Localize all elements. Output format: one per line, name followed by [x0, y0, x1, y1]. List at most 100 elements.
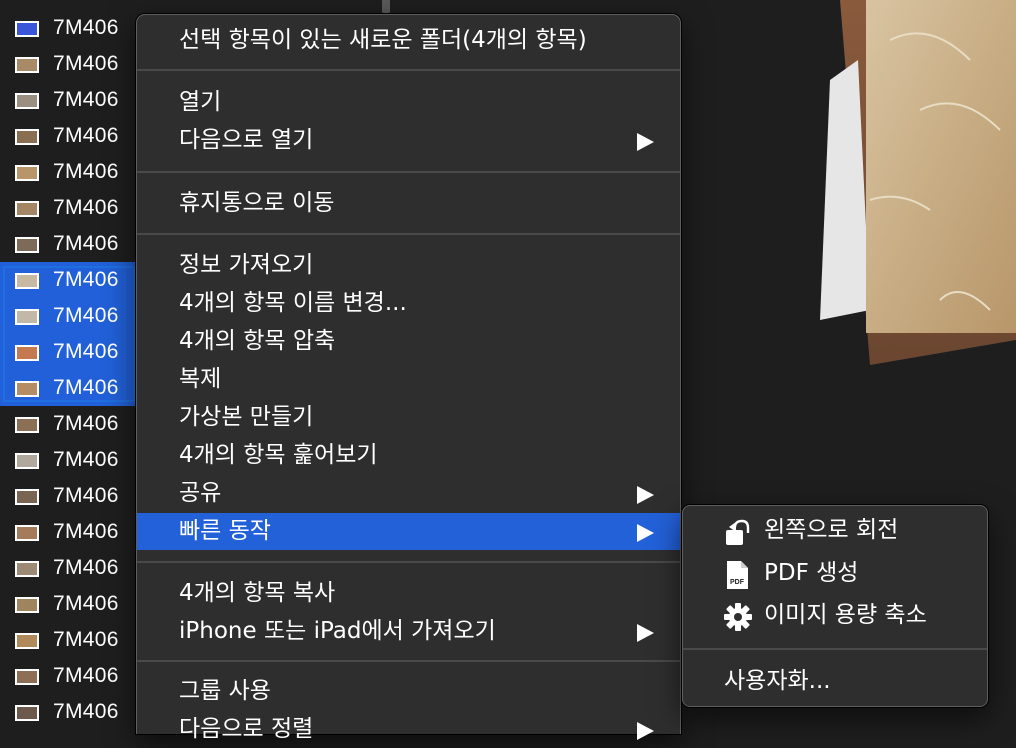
rotate-left-icon: [726, 519, 750, 545]
submenu-item-create-pdf[interactable]: PDF PDF 생성: [683, 554, 987, 594]
file-row[interactable]: 7M406: [0, 694, 140, 730]
file-row[interactable]: 7M406: [0, 154, 140, 190]
submenu-arrow-icon: [637, 133, 654, 151]
submenu-item-rotate-left[interactable]: 왼쪽으로 회전: [683, 511, 987, 551]
menu-item-label: 4개의 항목 압축: [179, 328, 336, 354]
submenu-item-reduce-image-size[interactable]: 이미지 용량 축소: [683, 596, 987, 636]
file-name: 7M406: [53, 592, 119, 615]
file-name: 7M406: [53, 304, 119, 327]
photo-front: [866, 0, 1016, 333]
file-row[interactable]: 7M406: [0, 478, 140, 514]
file-row[interactable]: 7M406: [0, 370, 140, 406]
image-thumbnail: [15, 237, 39, 253]
file-row[interactable]: 7M406: [0, 226, 140, 262]
file-row[interactable]: 7M406: [0, 550, 140, 586]
file-name: 7M406: [53, 520, 119, 543]
submenu-item-customize[interactable]: 사용자화...: [683, 662, 987, 702]
menu-item-label: 그룹 사용: [179, 678, 271, 704]
file-name: 7M406: [53, 484, 119, 507]
pdf-icon-text: PDF: [730, 579, 745, 586]
submenu-arrow-icon: [637, 486, 654, 504]
submenu-item-label: PDF 생성: [764, 560, 859, 586]
file-name: 7M406: [53, 664, 119, 687]
menu-item-move-to-trash[interactable]: 휴지통으로 이동: [137, 185, 680, 222]
file-row[interactable]: 7M406: [0, 262, 140, 298]
menu-item-share[interactable]: 공유: [137, 475, 680, 512]
quick-actions-submenu: 왼쪽으로 회전 PDF PDF 생성 이미지 용량 축소 사용자화...: [682, 505, 988, 707]
menu-item-compress[interactable]: 4개의 항목 압축: [137, 323, 680, 360]
file-name: 7M406: [53, 88, 119, 111]
menu-item-use-groups[interactable]: 그룹 사용: [137, 673, 680, 710]
file-row[interactable]: 7M406: [0, 622, 140, 658]
menu-item-label: 정보 가져오기: [179, 252, 314, 278]
menu-item-make-alias[interactable]: 가상본 만들기: [137, 399, 680, 436]
menu-item-label: 4개의 항목 복사: [179, 580, 336, 606]
file-name: 7M406: [53, 52, 119, 75]
file-list: 7M406 7M406 7M406 7M406 7M406 7M406 7M40…: [0, 0, 140, 724]
file-row[interactable]: 7M406: [0, 586, 140, 622]
menu-item-open-with[interactable]: 다음으로 열기: [137, 122, 680, 159]
menu-item-label: 선택 항목이 있는 새로운 폴더(4개의 항목): [179, 27, 587, 53]
image-thumbnail: [15, 381, 39, 397]
gear-icon: [724, 603, 752, 631]
submenu-arrow-icon: [637, 722, 654, 740]
image-thumbnail: [15, 669, 39, 685]
file-row[interactable]: 7M406: [0, 442, 140, 478]
menu-item-label: 다음으로 열기: [179, 127, 314, 153]
file-row[interactable]: 7M406: [0, 46, 140, 82]
image-thumbnail: [15, 705, 39, 721]
menu-item-label: 가상본 만들기: [179, 404, 314, 430]
image-preview: [690, 0, 1016, 500]
file-row[interactable]: 7M406: [0, 10, 140, 46]
menu-item-rename[interactable]: 4개의 항목 이름 변경...: [137, 285, 680, 322]
menu-item-sort-by[interactable]: 다음으로 정렬: [137, 711, 680, 748]
file-name: 7M406: [53, 700, 119, 723]
file-name: 7M406: [53, 196, 119, 219]
menu-item-quick-look[interactable]: 4개의 항목 훑어보기: [137, 437, 680, 474]
file-row[interactable]: 7M406: [0, 118, 140, 154]
menu-item-label: 복제: [179, 366, 222, 392]
image-thumbnail: [15, 633, 39, 649]
file-name: 7M406: [53, 160, 119, 183]
image-thumbnail: [15, 345, 39, 361]
file-row[interactable]: 7M406: [0, 406, 140, 442]
menu-separator: [137, 233, 680, 235]
file-row[interactable]: 7M406: [0, 298, 140, 334]
submenu-arrow-icon: [637, 524, 654, 542]
menu-item-get-info[interactable]: 정보 가져오기: [137, 247, 680, 284]
file-row[interactable]: 7M406: [0, 334, 140, 370]
file-row[interactable]: 7M406: [0, 514, 140, 550]
image-thumbnail: [15, 273, 39, 289]
submenu-arrow-icon: [637, 624, 654, 642]
file-name: 7M406: [53, 340, 119, 363]
menu-separator: [683, 648, 987, 650]
menu-item-duplicate[interactable]: 복제: [137, 361, 680, 398]
menu-separator: [137, 69, 680, 71]
file-row[interactable]: 7M406: [0, 190, 140, 226]
menu-item-label: 4개의 항목 훑어보기: [179, 442, 378, 468]
file-name: 7M406: [53, 412, 119, 435]
file-row[interactable]: 7M406: [0, 82, 140, 118]
image-thumbnail: [15, 165, 39, 181]
menu-item-label: 휴지통으로 이동: [179, 190, 335, 216]
scrollbar-thumb[interactable]: [382, 0, 390, 14]
file-name: 7M406: [53, 448, 119, 471]
image-thumbnail: [15, 489, 39, 505]
menu-item-open[interactable]: 열기: [137, 84, 680, 121]
image-thumbnail: [15, 561, 39, 577]
menu-item-new-folder-with-selection[interactable]: 선택 항목이 있는 새로운 폴더(4개의 항목): [137, 22, 680, 59]
menu-item-import-from-iphone[interactable]: iPhone 또는 iPad에서 가져오기: [137, 613, 680, 650]
file-row[interactable]: 7M406: [0, 658, 140, 694]
image-thumbnail: [15, 93, 39, 109]
menu-separator: [137, 561, 680, 563]
menu-item-copy[interactable]: 4개의 항목 복사: [137, 575, 680, 612]
file-name: 7M406: [53, 376, 119, 399]
file-name: 7M406: [53, 556, 119, 579]
submenu-item-label: 왼쪽으로 회전: [764, 517, 899, 543]
file-name: 7M406: [53, 16, 119, 39]
menu-separator: [137, 171, 680, 173]
pdf-file-icon: PDF: [727, 561, 748, 589]
image-thumbnail: [15, 201, 39, 217]
image-thumbnail: [15, 525, 39, 541]
menu-item-quick-actions[interactable]: 빠른 동작: [137, 513, 680, 550]
